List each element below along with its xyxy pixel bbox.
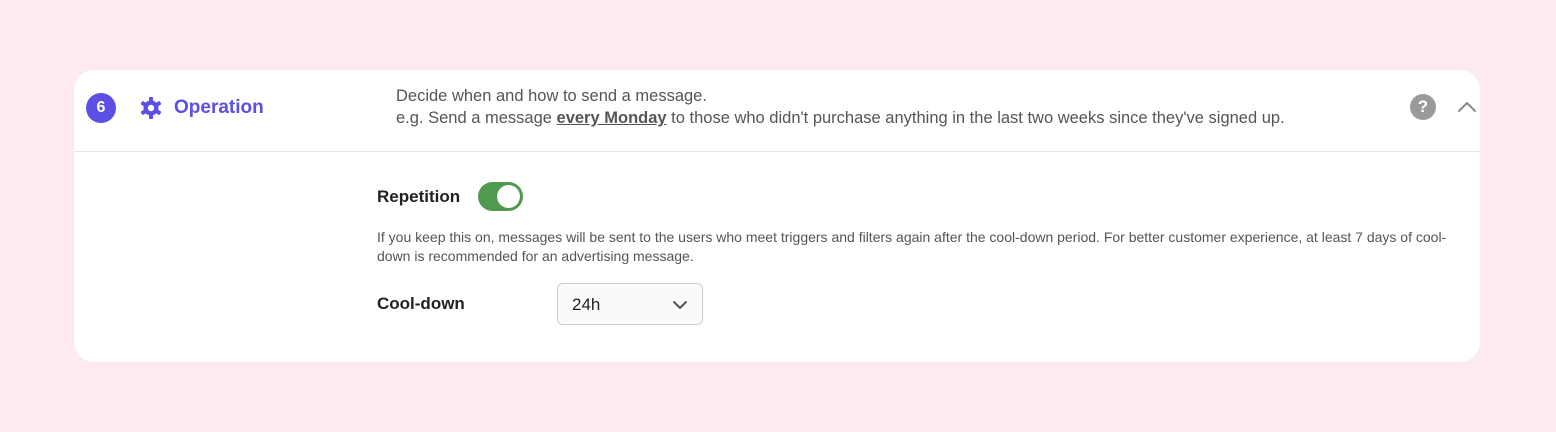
cooldown-selected-value: 24h: [572, 295, 601, 314]
description-emphasis: every Monday: [556, 109, 667, 127]
chevron-down-icon: [673, 301, 687, 309]
repetition-help-text: If you keep this on, messages will be se…: [377, 229, 1447, 264]
section-title: Operation: [174, 97, 264, 118]
step-number-badge: 6: [86, 93, 116, 123]
description-suffix: to those who didn't purchase anything in…: [666, 109, 1285, 127]
cooldown-select[interactable]: 24h: [557, 283, 703, 325]
operation-card: 6 Operation Decide when and how to send …: [74, 70, 1480, 362]
gear-icon: [140, 97, 162, 119]
toggle-knob: [497, 185, 520, 208]
description-line-2: e.g. Send a message every Monday to thos…: [396, 107, 1285, 129]
repetition-label: Repetition: [377, 187, 461, 206]
cooldown-label: Cool-down: [377, 294, 465, 313]
chevron-up-icon[interactable]: [1456, 98, 1478, 116]
repetition-toggle[interactable]: [478, 182, 523, 211]
help-icon[interactable]: ?: [1410, 94, 1436, 120]
operation-header[interactable]: 6 Operation Decide when and how to send …: [74, 70, 1480, 152]
section-description: Decide when and how to send a message. e…: [396, 85, 1285, 129]
description-line-1: Decide when and how to send a message.: [396, 87, 707, 105]
description-prefix: e.g. Send a message: [396, 109, 557, 127]
